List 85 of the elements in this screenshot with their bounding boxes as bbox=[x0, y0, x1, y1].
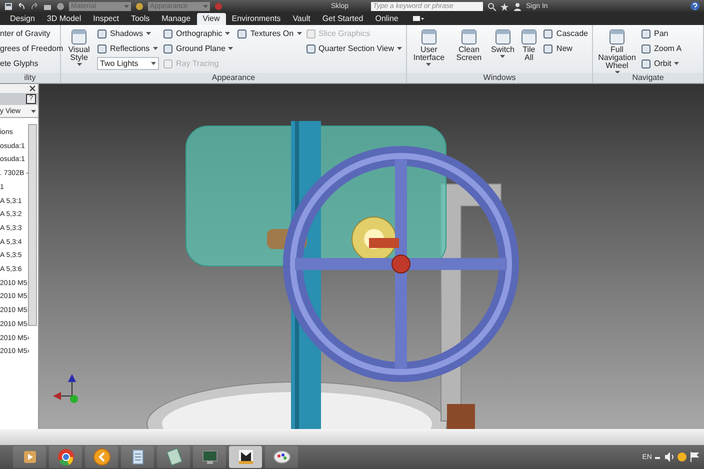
window-icon bbox=[609, 29, 625, 45]
ribbon-button[interactable]: Zoom A bbox=[641, 42, 682, 55]
axis-triad-icon bbox=[53, 374, 78, 403]
ribbon-button[interactable]: Cascade bbox=[543, 27, 588, 40]
square-icon bbox=[163, 58, 174, 68]
ribbon-button[interactable]: Shadows bbox=[97, 27, 160, 40]
ribbon-tab[interactable]: Environments bbox=[226, 13, 287, 25]
ribbon-tab[interactable]: View bbox=[196, 13, 226, 25]
ribbon-button[interactable]: Visual Style bbox=[65, 27, 94, 66]
panel-title: Appearance bbox=[61, 73, 406, 83]
ribbon-button[interactable]: Quarter Section View bbox=[306, 42, 402, 55]
ribbon-tab[interactable]: Vault bbox=[286, 13, 316, 25]
square-icon bbox=[641, 44, 651, 54]
square-icon bbox=[163, 44, 174, 54]
square-icon bbox=[306, 28, 316, 38]
ribbon-tab[interactable]: Online bbox=[369, 13, 404, 25]
window-icon bbox=[520, 29, 537, 45]
scrollbar[interactable] bbox=[0, 429, 704, 445]
caret-icon bbox=[203, 4, 208, 8]
redo-icon[interactable] bbox=[30, 2, 39, 10]
square-icon bbox=[641, 58, 651, 68]
ribbon-button[interactable]: Reflections bbox=[97, 42, 160, 55]
ribbon-button[interactable]: Orbit bbox=[641, 57, 682, 70]
caret-icon bbox=[228, 47, 234, 50]
window-icon bbox=[71, 29, 88, 45]
caret-icon bbox=[225, 32, 230, 35]
ribbon-button[interactable]: New bbox=[543, 42, 588, 55]
taskbar-button[interactable] bbox=[85, 446, 118, 468]
caret-icon bbox=[296, 32, 302, 35]
user-icon[interactable] bbox=[513, 2, 522, 10]
square-icon bbox=[543, 28, 554, 38]
appearance-ball-icon bbox=[135, 2, 144, 10]
caret-icon bbox=[31, 110, 36, 112]
ribbon-tab[interactable]: 3D Model bbox=[40, 13, 88, 25]
ribbon-tab[interactable]: Inspect bbox=[87, 13, 125, 25]
command-label[interactable]: ete Glyphs bbox=[0, 57, 64, 70]
ribbon-tab[interactable]: Tools bbox=[124, 13, 156, 25]
star-icon[interactable] bbox=[500, 2, 509, 10]
square-icon bbox=[163, 28, 174, 38]
caret-icon bbox=[146, 32, 151, 35]
ribbon-button[interactable]: Clean Screen bbox=[450, 27, 487, 62]
square-icon bbox=[97, 44, 108, 54]
caret-icon bbox=[674, 62, 680, 65]
square-icon bbox=[97, 28, 108, 38]
square-icon bbox=[641, 28, 651, 38]
caret-icon bbox=[76, 63, 82, 66]
panel-title: Windows bbox=[407, 73, 592, 83]
flag-icon[interactable] bbox=[690, 452, 700, 462]
square-icon bbox=[237, 28, 248, 38]
ribbon-button[interactable]: Orthographic bbox=[163, 27, 234, 40]
ribbon-tab[interactable]: Manage bbox=[156, 13, 197, 25]
undo-icon[interactable] bbox=[17, 2, 26, 10]
tray-status-icon[interactable] bbox=[677, 452, 687, 462]
caret-icon bbox=[397, 47, 402, 50]
close-icon[interactable] bbox=[29, 85, 36, 92]
taskbar-button[interactable] bbox=[229, 446, 262, 468]
caret-icon bbox=[426, 63, 432, 66]
caret-icon bbox=[151, 62, 156, 65]
square-icon bbox=[306, 44, 316, 54]
ribbon-button[interactable]: Full Navigation Wheel bbox=[597, 27, 637, 74]
command-label[interactable]: grees of Freedom bbox=[0, 42, 64, 55]
ribbon-button[interactable]: Switch bbox=[490, 27, 514, 58]
ribbon-tab[interactable]: Get Started bbox=[316, 13, 370, 25]
help-icon[interactable] bbox=[690, 1, 700, 11]
save-icon[interactable] bbox=[4, 2, 13, 10]
window-icon bbox=[460, 29, 477, 45]
command-label[interactable]: nter of Gravity bbox=[0, 27, 64, 40]
ribbon-button[interactable]: Tile All bbox=[518, 27, 540, 62]
window-icon bbox=[494, 29, 511, 45]
speaker-icon[interactable] bbox=[664, 452, 674, 462]
ribbon-tab[interactable]: Design bbox=[4, 13, 41, 25]
lighting-dropdown[interactable]: Two Lights bbox=[97, 57, 160, 70]
caret-icon bbox=[124, 4, 129, 8]
ribbon-button[interactable]: Pan bbox=[641, 27, 682, 40]
panel-title: ility bbox=[0, 73, 60, 83]
ribbon-button[interactable]: User Interface bbox=[411, 27, 447, 66]
square-icon bbox=[543, 44, 554, 54]
caret-icon bbox=[152, 47, 158, 50]
scrollbar[interactable] bbox=[28, 124, 37, 326]
window-icon bbox=[420, 29, 437, 45]
ribbon-button[interactable]: Textures On bbox=[237, 27, 302, 40]
panel-title: Navigate bbox=[593, 73, 703, 83]
ribbon-button[interactable]: Ground Plane bbox=[163, 42, 234, 55]
panel-toggle-icon[interactable] bbox=[412, 15, 424, 23]
caret-icon bbox=[500, 55, 506, 58]
